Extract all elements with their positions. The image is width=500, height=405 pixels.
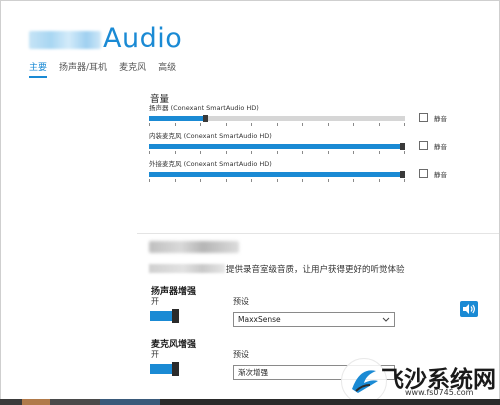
taskbar-segment — [22, 399, 50, 405]
volume-tick — [251, 123, 252, 126]
volume-slider[interactable] — [149, 171, 405, 178]
tab-advanced[interactable]: 高级 — [158, 60, 176, 78]
volume-tick — [302, 151, 303, 154]
volume-tick — [149, 179, 150, 182]
volume-tick — [200, 123, 201, 126]
volume-tick — [200, 179, 201, 182]
speaker-preset-dropdown[interactable]: MaxxSense — [233, 312, 395, 327]
speaker-preset-label: 预设 — [233, 297, 249, 306]
app-title: Audio — [103, 23, 183, 54]
effects-brand-logo — [149, 241, 239, 253]
speaker-enhancement-toggle[interactable] — [150, 309, 179, 323]
speaker-preset-value: MaxxSense — [238, 315, 281, 324]
taskbar — [0, 399, 500, 405]
volume-tick — [277, 123, 278, 126]
mic-preset-value: 渐次增强 — [238, 368, 268, 377]
volume-tick — [302, 179, 303, 182]
section-divider — [137, 233, 499, 234]
volume-ticks — [149, 123, 405, 126]
taskbar-segment — [0, 399, 22, 405]
volume-tick — [379, 123, 380, 126]
volume-tick — [404, 179, 405, 182]
tab-microphone[interactable]: 麦克风 — [119, 60, 146, 78]
site-watermark: 飞沙系统网 www.fs0745.com — [341, 358, 499, 402]
speaker-test-button[interactable] — [460, 301, 478, 317]
volume-row-external-mic: 外接麦克风 (Conexant SmartAudio HD) 静音 — [149, 160, 449, 186]
volume-fill — [149, 116, 203, 121]
volume-tick — [200, 151, 201, 154]
mic-preset-label: 预设 — [233, 350, 249, 359]
volume-tick — [175, 123, 176, 126]
volume-tick — [277, 151, 278, 154]
effects-description: 提供录音室级音质，让用户获得更好的听觉体验 — [226, 265, 405, 275]
mute-label: 静音 — [434, 143, 447, 151]
volume-tick — [328, 179, 329, 182]
brand-logo — [29, 31, 101, 49]
volume-tick — [328, 123, 329, 126]
taskbar-segment — [100, 399, 160, 405]
tab-bar: 主要 扬声器/耳机 麦克风 高级 — [29, 60, 176, 78]
volume-tick — [353, 123, 354, 126]
mute-checkbox[interactable] — [419, 113, 428, 122]
volume-tick — [328, 151, 329, 154]
mute-checkbox[interactable] — [419, 169, 428, 178]
volume-slider-thumb[interactable] — [399, 143, 405, 150]
mute-label: 静音 — [434, 171, 447, 179]
volume-slider-thumb[interactable] — [399, 171, 405, 178]
watermark-url: www.fs0745.com — [405, 388, 474, 397]
volume-tick — [226, 179, 227, 182]
volume-slider[interactable] — [149, 115, 405, 122]
volume-tick — [175, 151, 176, 154]
volume-tick — [379, 179, 380, 182]
volume-tick — [251, 179, 252, 182]
volume-device-label: 内装麦克风 (Conexant SmartAudio HD) — [149, 132, 272, 140]
mute-checkbox[interactable] — [419, 141, 428, 150]
mute-label: 静音 — [434, 115, 447, 123]
tab-main[interactable]: 主要 — [29, 60, 48, 78]
volume-device-label: 扬声器 (Conexant SmartAudio HD) — [149, 104, 259, 112]
audio-window: Audio 主要 扬声器/耳机 麦克风 高级 音量 扬声器 (Conexant … — [0, 0, 500, 403]
volume-row-speaker: 扬声器 (Conexant SmartAudio HD) 静音 — [149, 104, 449, 130]
volume-slider[interactable] — [149, 143, 405, 150]
volume-device-label: 外接麦克风 (Conexant SmartAudio HD) — [149, 160, 272, 168]
volume-tick — [149, 123, 150, 126]
volume-tick — [404, 123, 405, 126]
volume-tick — [353, 179, 354, 182]
taskbar-segment — [50, 399, 100, 405]
volume-tick — [277, 179, 278, 182]
volume-ticks — [149, 179, 405, 182]
speaker-enhancement-state: 开 — [151, 297, 159, 306]
toggle-knob — [172, 309, 179, 323]
volume-tick — [379, 151, 380, 154]
mic-enhancement-state: 开 — [151, 350, 159, 359]
volume-slider-thumb[interactable] — [202, 115, 208, 122]
volume-tick — [404, 151, 405, 154]
volume-tick — [353, 151, 354, 154]
volume-tick — [149, 151, 150, 154]
volume-fill — [149, 144, 400, 149]
volume-ticks — [149, 151, 405, 154]
volume-row-internal-mic: 内装麦克风 (Conexant SmartAudio HD) 静音 — [149, 132, 449, 158]
effects-brand-name — [149, 264, 225, 273]
toggle-knob — [172, 362, 179, 376]
volume-tick — [251, 151, 252, 154]
volume-fill — [149, 172, 400, 177]
chevron-down-icon — [382, 313, 390, 330]
volume-tick — [175, 179, 176, 182]
volume-tick — [226, 123, 227, 126]
volume-tick — [302, 123, 303, 126]
speaker-icon — [463, 304, 475, 314]
tab-speakers-headphones[interactable]: 扬声器/耳机 — [59, 60, 107, 78]
volume-heading: 音量 — [150, 94, 170, 105]
mic-enhancement-toggle[interactable] — [150, 362, 179, 376]
volume-tick — [226, 151, 227, 154]
